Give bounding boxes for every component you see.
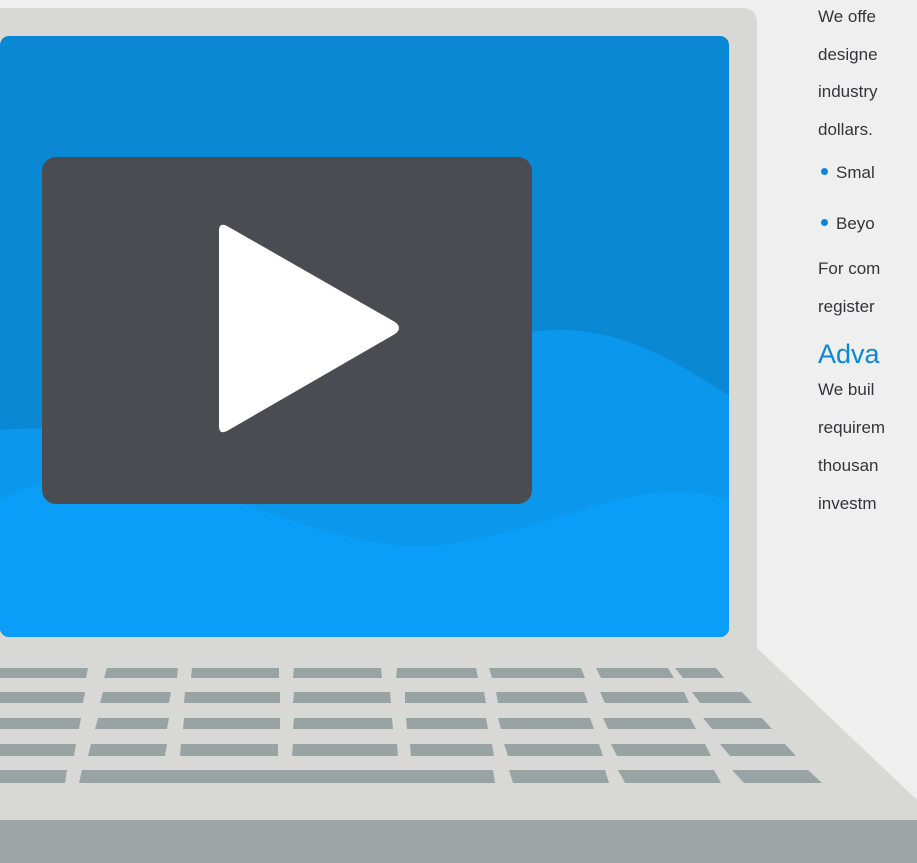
intro-paragraph-line: We offe	[818, 7, 876, 26]
bullet-item: Beyo	[818, 214, 875, 234]
section-heading: Adva	[818, 339, 880, 369]
intro-paragraph-line: dollars.	[818, 120, 873, 139]
bullet-dot	[821, 168, 828, 176]
intro-paragraph-line: designe	[818, 45, 878, 64]
section-paragraph-line: We buil	[818, 380, 875, 399]
bullet-text: Smal	[836, 163, 875, 182]
bullet-item: Smal	[818, 163, 875, 183]
section-paragraph-line: requirem	[818, 418, 886, 437]
section-paragraph-line: thousan	[818, 456, 879, 475]
intro-paragraph-line: industry	[818, 82, 878, 101]
bullet-text: Beyo	[836, 214, 875, 233]
laptop-base	[0, 820, 917, 863]
laptop-illustration	[0, 8, 917, 863]
bullet-dot	[821, 219, 828, 227]
followup-paragraph-line: For com	[818, 259, 881, 278]
section-paragraph-line: investm	[818, 494, 877, 513]
content-column: We offe designe industry dollars. Smal B…	[818, 0, 917, 863]
followup-paragraph-line: register	[818, 297, 875, 316]
